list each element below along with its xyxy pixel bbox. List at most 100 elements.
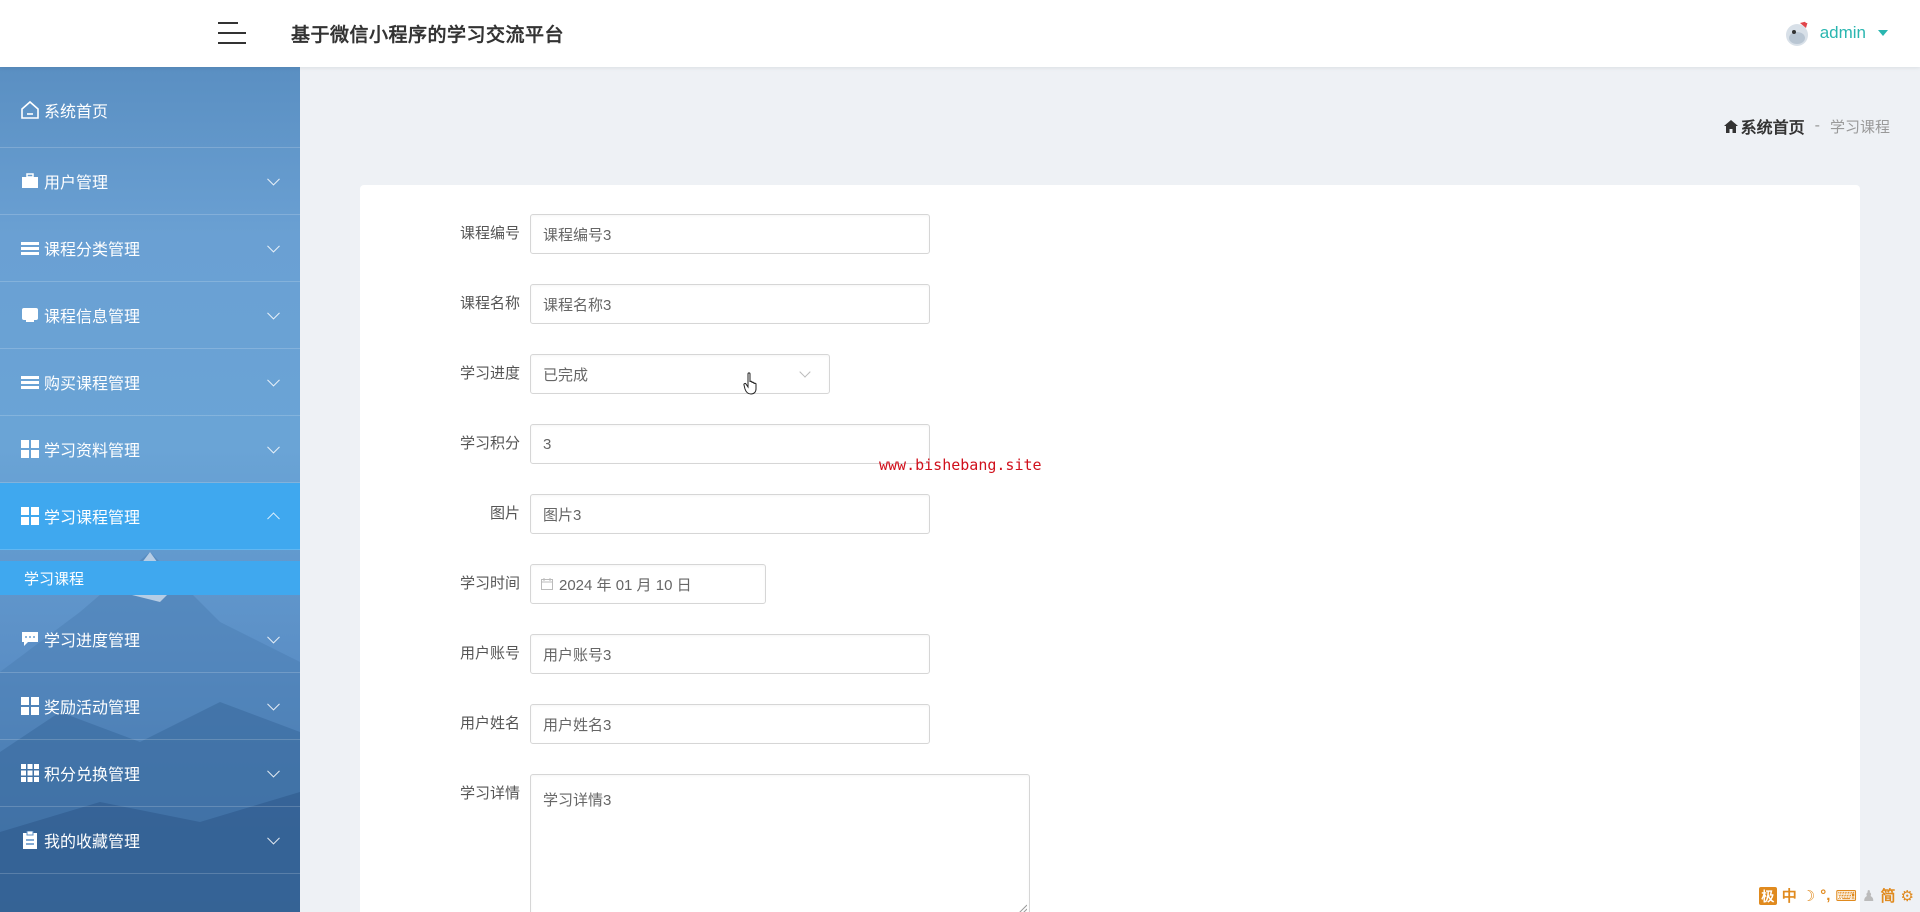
form-row-user-name: 用户姓名 用户姓名3 (360, 704, 930, 744)
home-icon (1723, 119, 1738, 133)
breadcrumb-home[interactable]: 系统首页 (1723, 114, 1805, 138)
account-field[interactable]: 用户账号3 (530, 634, 930, 674)
avatar (1785, 19, 1809, 46)
progress-selected-value: 已完成 (543, 366, 589, 384)
chevron-down-icon (267, 630, 280, 644)
course-name-value: 课程名称3 (543, 296, 612, 314)
sidebar-item-users[interactable]: 用户管理 (0, 148, 300, 215)
app-title: 基于微信小程序的学习交流平台 (291, 25, 565, 46)
course-name-label: 课程名称 (459, 295, 520, 312)
grid-icon (20, 696, 40, 716)
breadcrumb-home-label: 系统首页 (1740, 120, 1805, 137)
caret-down-icon (1878, 30, 1888, 36)
form-row-details: 学习详情 学习详情3 (360, 774, 1030, 912)
user-icon[interactable]: ♟ (1862, 887, 1875, 905)
chevron-down-icon (267, 831, 280, 845)
form-card: 课程编号 课程编号3 课程名称 课程名称3 学习进度 已完成 学习积分 3 图片… (360, 185, 1860, 912)
study-time-date-picker[interactable]: 2024 年 01 月 10 日 (530, 564, 766, 604)
points-field[interactable]: 3 (530, 424, 930, 464)
chevron-down-icon (267, 172, 280, 186)
form-row-course-name: 课程名称 课程名称3 (360, 284, 930, 324)
progress-select[interactable]: 已完成 (530, 354, 830, 394)
charset-toggle[interactable]: 简 (1881, 885, 1896, 906)
sidebar-item-progress[interactable]: 学习进度管理 (0, 606, 300, 673)
ime-toolbar: 极 中 ☽ °, ⌨ ♟ 简 ⚙ (1758, 885, 1914, 906)
sidebar-item-purchase[interactable]: 购买课程管理 (0, 349, 300, 416)
keyboard-icon[interactable]: ⌨ (1835, 887, 1857, 905)
sidebar-item-label: 我的收藏管理 (44, 834, 141, 851)
moon-icon[interactable]: ☽ (1802, 887, 1815, 905)
sidebar-item-rewards[interactable]: 奖励活动管理 (0, 673, 300, 740)
user-name-field[interactable]: 用户姓名3 (530, 704, 930, 744)
sidebar-subitem-study-course[interactable]: 学习课程 (0, 561, 300, 595)
punctuation-icon[interactable]: °, (1820, 887, 1830, 904)
gear-icon[interactable]: ⚙ (1901, 887, 1914, 905)
breadcrumb: 系统首页 - 学习课程 (1723, 114, 1890, 138)
points-label: 学习积分 (459, 435, 520, 452)
user-menu[interactable]: admin (1782, 18, 1888, 48)
details-label: 学习详情 (459, 785, 520, 802)
breadcrumb-separator: - (1814, 117, 1820, 134)
inbox-icon (20, 305, 40, 325)
sidebar-item-home[interactable]: 系统首页 (0, 67, 300, 148)
details-textarea[interactable]: 学习详情3 (530, 774, 1030, 912)
sidebar-item-label: 学习资料管理 (44, 443, 141, 460)
account-value: 用户账号3 (543, 646, 612, 664)
form-row-study-time: 学习时间 2024 年 01 月 10 日 (360, 564, 766, 604)
chevron-down-icon (267, 306, 280, 320)
chevron-down-icon (267, 373, 280, 387)
form-row-course-no: 课程编号 课程编号3 (360, 214, 930, 254)
resize-handle-icon[interactable] (1017, 903, 1027, 912)
course-name-field[interactable]: 课程名称3 (530, 284, 930, 324)
briefcase-icon (20, 171, 40, 191)
calendar-icon (541, 578, 553, 590)
sidebar-item-label: 用户管理 (44, 175, 109, 192)
user-name-value: 用户姓名3 (543, 716, 612, 734)
clipboard-icon (20, 830, 40, 850)
chevron-down-icon (267, 697, 280, 711)
ime-logo-icon[interactable]: 极 (1758, 886, 1777, 905)
sidebar-item-label: 课程分类管理 (44, 242, 141, 259)
sidebar-item-label: 学习进度管理 (44, 633, 141, 650)
top-header: 基于微信小程序的学习交流平台 admin (0, 0, 1920, 67)
sidebar-item-label: 学习课程管理 (44, 510, 141, 527)
chevron-down-icon (267, 239, 280, 253)
chat-icon (20, 629, 40, 649)
list-icon (20, 372, 40, 392)
sidebar-item-favorites[interactable]: 我的收藏管理 (0, 807, 300, 874)
menu-toggle-icon[interactable] (218, 20, 246, 46)
sidebar-item-materials[interactable]: 学习资料管理 (0, 416, 300, 483)
ime-mode-toggle[interactable]: 中 (1782, 885, 1797, 906)
user-name: admin (1819, 23, 1866, 42)
chevron-down-icon (267, 764, 280, 778)
grid-icon (20, 439, 40, 459)
sidebar: 系统首页 用户管理 课程分类管理 课程信息管理 购买课程管理 学习资料管理 学习… (0, 67, 300, 912)
image-field[interactable]: 图片3 (530, 494, 930, 534)
sidebar-item-label: 购买课程管理 (44, 376, 141, 393)
chevron-down-icon (799, 366, 811, 378)
chevron-down-icon (267, 440, 280, 454)
hand-cursor-icon (743, 372, 757, 395)
image-value: 图片3 (543, 506, 582, 524)
sidebar-item-label: 系统首页 (44, 104, 109, 121)
sidebar-item-course-category[interactable]: 课程分类管理 (0, 215, 300, 282)
grid-9-icon (20, 763, 40, 783)
chevron-up-icon (267, 512, 280, 526)
form-row-points: 学习积分 3 (360, 424, 930, 464)
form-row-image: 图片 图片3 (360, 494, 930, 534)
user-name-label: 用户姓名 (459, 715, 520, 732)
image-label: 图片 (489, 505, 520, 522)
sidebar-item-label: 积分兑换管理 (44, 767, 141, 784)
sidebar-item-label: 课程信息管理 (44, 309, 141, 326)
course-no-label: 课程编号 (459, 225, 520, 242)
list-icon (20, 238, 40, 258)
breadcrumb-current: 学习课程 (1829, 118, 1890, 136)
sidebar-item-study-courses[interactable]: 学习课程管理 (0, 483, 300, 550)
sidebar-item-course-info[interactable]: 课程信息管理 (0, 282, 300, 349)
home-icon (20, 100, 40, 120)
sidebar-item-points-exchange[interactable]: 积分兑换管理 (0, 740, 300, 807)
form-row-account: 用户账号 用户账号3 (360, 634, 930, 674)
course-no-field[interactable]: 课程编号3 (530, 214, 930, 254)
sidebar-submenu: 学习课程 (0, 550, 300, 606)
details-value: 学习详情3 (543, 792, 612, 809)
